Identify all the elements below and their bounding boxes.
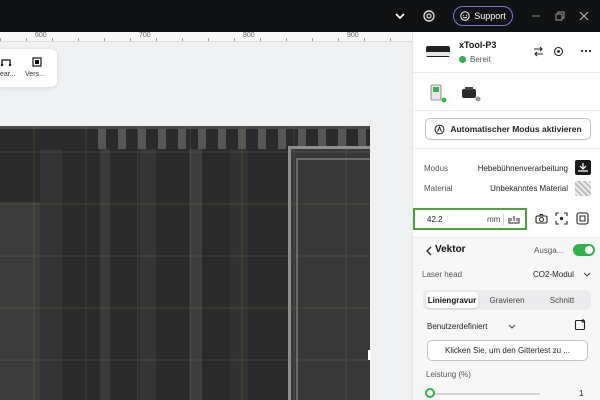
ruler-tick-label: 900 — [347, 32, 359, 39]
scan-focus-icon[interactable] — [555, 212, 568, 225]
material-icon[interactable] — [575, 181, 591, 196]
height-field[interactable]: 42.2 mm — [413, 208, 527, 230]
device-header: xTool-P3 Bereit — [413, 32, 600, 72]
height-value[interactable]: 42.2 — [427, 215, 443, 224]
minimize-icon[interactable] — [530, 10, 542, 22]
device-status: Bereit — [459, 55, 491, 64]
ruler-tick — [312, 38, 313, 41]
divider — [413, 110, 600, 111]
chevron-down-icon[interactable] — [583, 271, 591, 278]
module-icon-laser[interactable] — [427, 82, 449, 104]
ruler-tick — [0, 38, 1, 41]
ruler-tick-label: 600 — [35, 32, 47, 39]
canvas-area[interactable]: 600 700 800 900 ear... Vers... — [0, 32, 412, 400]
ruler-tick-label: 700 — [139, 32, 151, 39]
chevron-down-icon[interactable] — [392, 9, 408, 23]
support-label: Support — [474, 11, 506, 21]
power-slider-knob[interactable] — [425, 388, 436, 398]
power-value[interactable]: 1 — [579, 389, 583, 398]
device-thumbnail — [426, 46, 450, 57]
gear-icon[interactable] — [421, 8, 437, 24]
output-label: Ausga... — [534, 246, 564, 255]
ruler-tick — [338, 38, 339, 41]
ruler-tick — [182, 38, 183, 41]
chevron-down-icon[interactable] — [508, 323, 516, 330]
layer-title: Vektor — [435, 244, 466, 255]
selection-handle[interactable] — [368, 350, 371, 360]
device-name[interactable]: xTool-P3 — [459, 40, 496, 50]
ruler-tick — [390, 38, 391, 41]
preset-select[interactable]: Benutzerdefiniert — [427, 322, 487, 331]
processing-mode-icon[interactable] — [575, 160, 591, 175]
tool-popover: ear... Vers... — [0, 49, 57, 87]
auto-mode-button[interactable]: Automatischer Modus aktivieren — [425, 118, 591, 140]
smile-icon — [460, 11, 470, 21]
module-icon-camera[interactable] — [459, 82, 481, 104]
tool-label[interactable]: ear... — [0, 71, 16, 78]
auto-mode-label: Automatischer Modus aktivieren — [450, 124, 582, 134]
horizontal-ruler: 600 700 800 900 — [0, 32, 412, 42]
switch-device-icon[interactable] — [533, 46, 544, 57]
power-label: Leistung (%) — [426, 370, 471, 379]
node-edit-icon[interactable] — [0, 56, 12, 68]
material-value[interactable]: Unbekanntes Material — [490, 184, 568, 193]
divider — [503, 214, 504, 225]
ruler-tick — [130, 38, 131, 41]
ruler-tick — [104, 38, 105, 41]
divider — [413, 72, 600, 73]
close-icon[interactable] — [578, 10, 590, 22]
power-slider-track[interactable] — [429, 393, 540, 395]
tab-gravieren[interactable]: Gravieren — [481, 292, 533, 308]
preview-icon[interactable] — [576, 212, 589, 225]
mode-label: Modus — [424, 164, 449, 173]
ruler-tick-label: 800 — [243, 32, 255, 39]
ruler-tick — [234, 38, 235, 41]
camera-preview-image — [0, 126, 370, 400]
auto-mode-icon — [434, 124, 445, 134]
ruler-tick — [26, 38, 27, 41]
frame-icon[interactable] — [31, 56, 43, 68]
output-toggle[interactable] — [573, 244, 595, 256]
laser-head-label: Laser head — [422, 270, 463, 279]
laser-head-select[interactable]: CO2-Modul — [533, 270, 574, 279]
mode-value[interactable]: Hebebühnenverarbeitung — [478, 164, 568, 173]
status-dot — [459, 56, 466, 63]
material-label: Material — [424, 184, 453, 193]
right-panel: xTool-P3 Bereit Automatischer Modus akti… — [412, 32, 600, 400]
ruler-tick — [364, 38, 365, 41]
ruler-tick — [208, 38, 209, 41]
ruler-tick — [260, 38, 261, 41]
camera-icon[interactable] — [535, 212, 548, 225]
processing-type-tabs: Liniengravur Gravieren Schnitt — [423, 290, 591, 310]
title-bar: Support — [0, 0, 600, 32]
back-chevron-icon[interactable] — [425, 246, 433, 256]
tab-liniengravur[interactable]: Liniengravur — [426, 292, 478, 308]
target-icon[interactable] — [553, 46, 564, 57]
ruler-tick — [286, 38, 287, 41]
divider — [413, 148, 600, 149]
restore-icon[interactable] — [554, 10, 566, 22]
ruler-tick — [78, 38, 79, 41]
ruler-tick — [52, 38, 53, 41]
height-unit: mm — [487, 215, 501, 224]
ruler-tick — [156, 38, 157, 41]
tool-label[interactable]: Vers... — [25, 71, 45, 78]
layer-settings: Vektor Ausga... Laser head CO2-Modul Lin… — [413, 238, 600, 400]
grid-test-button[interactable]: Klicken Sie, um den Gittertest zu ... — [427, 340, 588, 361]
status-text: Bereit — [470, 55, 491, 64]
auto-measure-icon[interactable] — [508, 214, 520, 225]
more-icon[interactable] — [580, 45, 592, 57]
save-preset-icon[interactable] — [574, 318, 587, 331]
support-button[interactable]: Support — [453, 6, 513, 26]
tab-schnitt[interactable]: Schnitt — [536, 292, 588, 308]
